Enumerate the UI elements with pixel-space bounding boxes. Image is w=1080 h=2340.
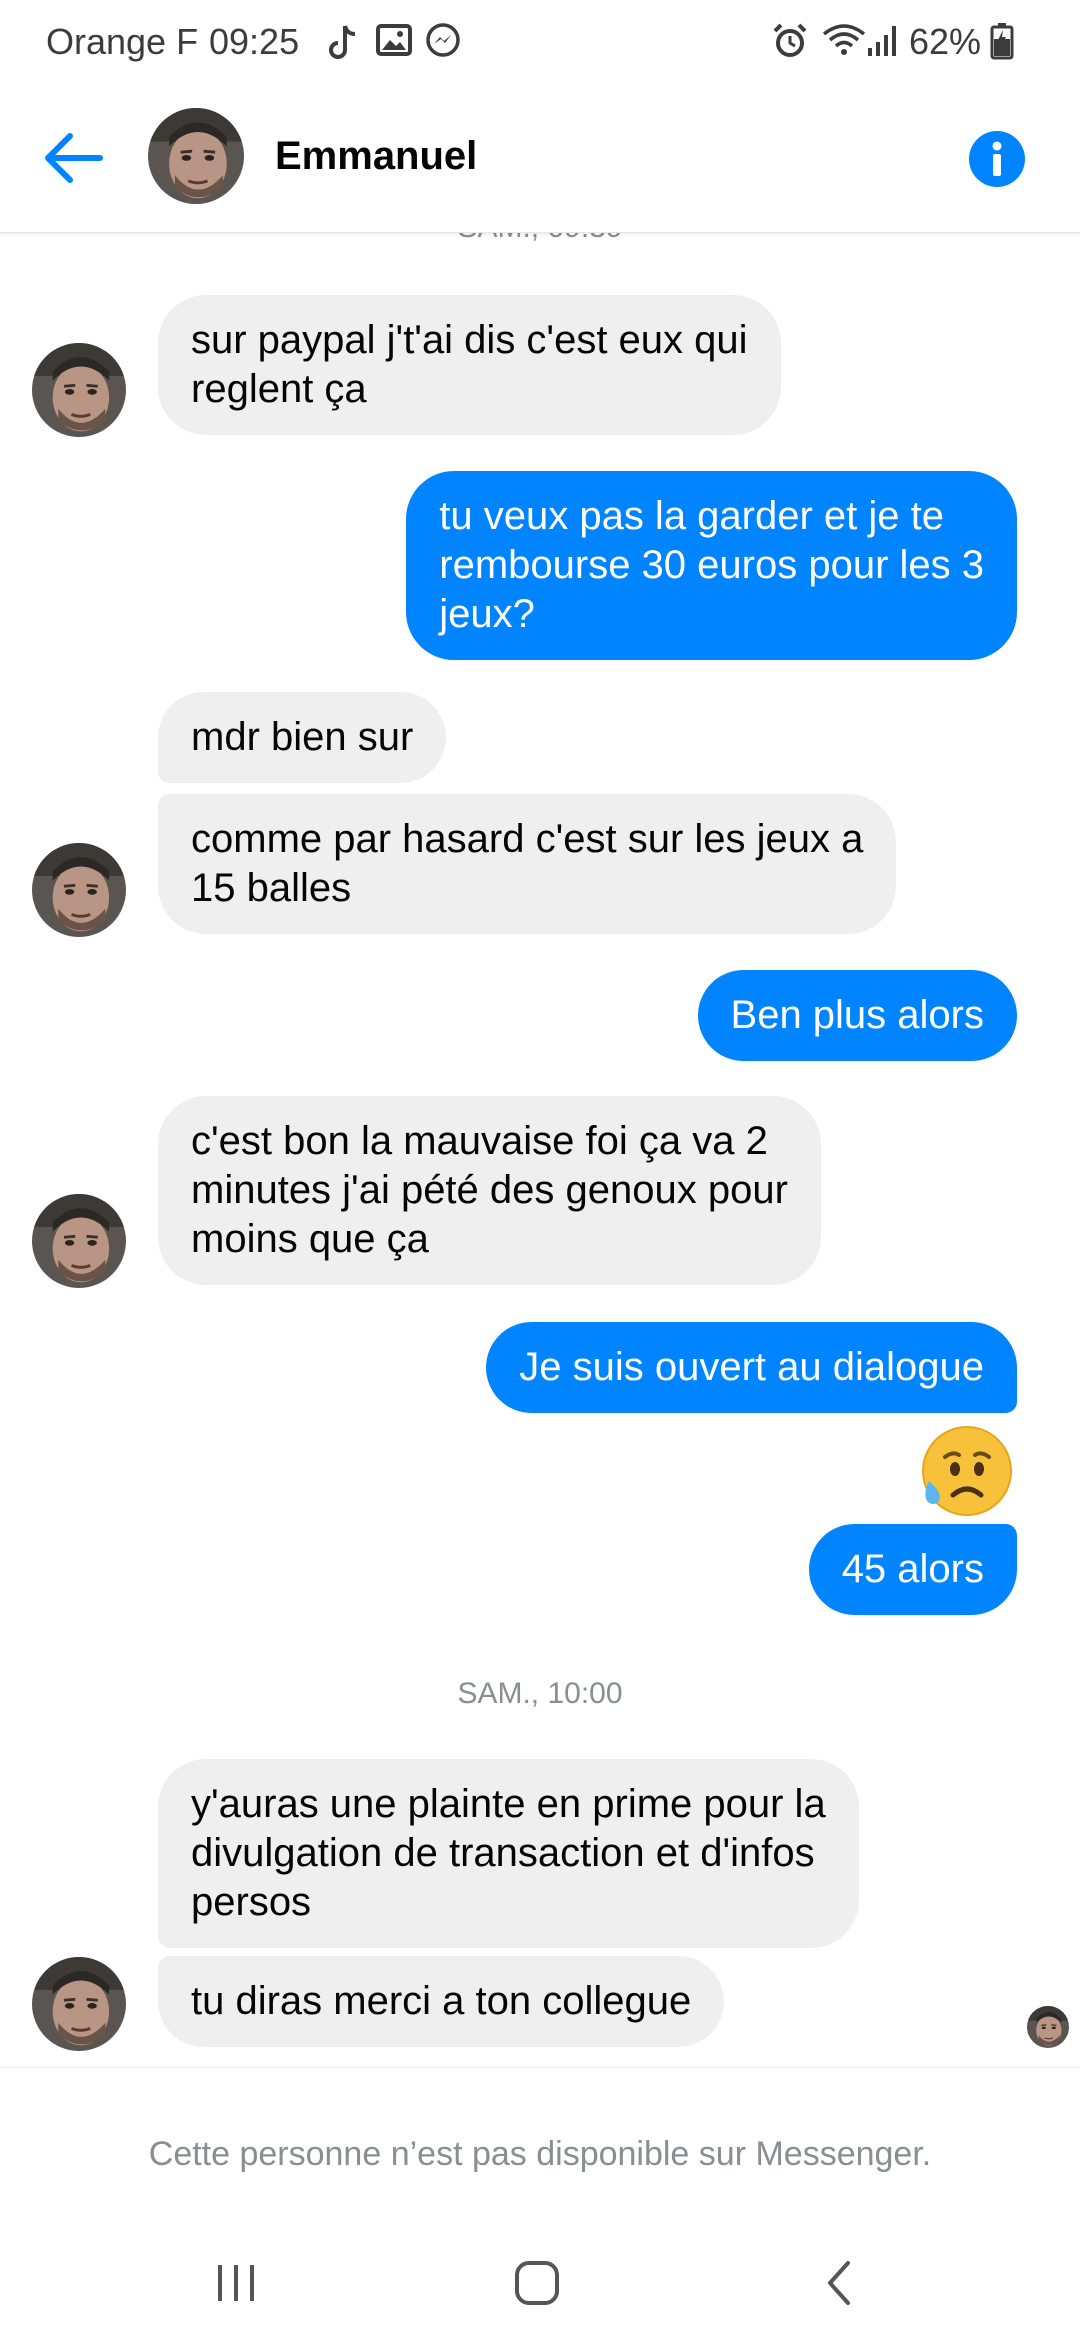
carrier-label: Orange F — [46, 21, 199, 62]
status-bar: Orange F 09:25 62% — [0, 0, 1080, 84]
battery-percent: 62% — [909, 21, 982, 62]
incoming-message-bubble[interactable]: mdr bien sur — [158, 692, 447, 783]
read-receipt-avatar — [1027, 2006, 1069, 2048]
message-line: c'est bon la mauvaise foi ça va 2 — [191, 1119, 768, 1163]
contact-avatar[interactable] — [32, 843, 126, 937]
incoming-message-bubble[interactable]: c'est bon la mauvaise foi ça va 2 minute… — [158, 1096, 821, 1285]
alarm-icon — [771, 22, 809, 65]
outgoing-message-bubble[interactable]: tu veux pas la garder et je te rembourse… — [406, 471, 1017, 660]
signal-icon — [866, 22, 902, 63]
message-line: Je suis ouvert au dialogue — [519, 1345, 984, 1389]
tiktok-icon — [327, 22, 359, 67]
nav-back-button[interactable] — [810, 2253, 870, 2313]
contact-avatar[interactable] — [32, 1194, 126, 1288]
message-line: persos — [191, 1880, 312, 1924]
message-line: 45 alors — [841, 1547, 984, 1591]
sad-relieved-face-emoji[interactable] — [915, 1421, 1015, 1521]
battery-icon — [990, 22, 1014, 65]
message-line: y'auras une plainte en prime pour la — [191, 1782, 826, 1826]
info-icon — [969, 131, 1025, 187]
contact-avatar[interactable] — [148, 108, 244, 204]
conversation-header: Emmanuel — [0, 84, 1080, 233]
incoming-message-bubble[interactable]: y'auras une plainte en prime pour la div… — [158, 1759, 859, 1948]
home-button[interactable] — [507, 2253, 567, 2313]
message-line: 15 balles — [191, 866, 352, 910]
recent-apps-button[interactable] — [206, 2253, 266, 2313]
wifi-icon — [822, 22, 866, 63]
contact-avatar[interactable] — [32, 343, 126, 437]
incoming-message-bubble[interactable]: tu diras merci a ton collegue — [158, 1956, 725, 2047]
outgoing-message-bubble[interactable]: 45 alors — [808, 1524, 1017, 1615]
message-line: sur paypal j't'ai dis c'est eux qui — [191, 318, 748, 362]
arrow-left-icon — [45, 133, 103, 183]
composer-disabled-area: Cette personne n’est pas disponible sur … — [0, 2067, 1080, 2218]
message-line: mdr bien sur — [191, 715, 414, 759]
clock: 09:25 — [209, 21, 300, 62]
gallery-icon — [376, 22, 412, 63]
recent-apps-icon — [218, 2265, 254, 2301]
message-line: jeux? — [439, 592, 535, 636]
message-line: minutes j'ai pété des genoux pour — [191, 1168, 788, 1212]
message-line: moins que ça — [191, 1217, 429, 1261]
system-nav-bar — [0, 2217, 1080, 2340]
contact-name[interactable]: Emmanuel — [275, 130, 477, 182]
message-line: tu veux pas la garder et je te — [439, 494, 944, 538]
timestamp-divider: SAM., 09:39 — [0, 232, 1080, 248]
message-line: comme par hasard c'est sur les jeux a — [191, 817, 864, 861]
message-list[interactable]: SAM., 09:39 sur paypal j't'ai dis c'est … — [0, 232, 1080, 2067]
back-icon — [828, 2261, 850, 2305]
contact-avatar[interactable] — [32, 1957, 126, 2051]
message-line: tu diras merci a ton collegue — [191, 1979, 692, 2023]
outgoing-message-bubble[interactable]: Ben plus alors — [697, 970, 1017, 1061]
messenger-icon — [424, 22, 462, 65]
message-line: reglent ça — [191, 367, 367, 411]
message-line: rembourse 30 euros pour les 3 — [439, 543, 984, 587]
message-line: Ben plus alors — [730, 993, 984, 1037]
home-icon — [515, 2261, 559, 2305]
back-button[interactable] — [38, 122, 110, 194]
info-button[interactable] — [968, 130, 1026, 188]
timestamp-divider: SAM., 10:00 — [457, 1677, 623, 1710]
outgoing-message-bubble[interactable]: Je suis ouvert au dialogue — [486, 1322, 1017, 1413]
message-line: divulgation de transaction et d'infos — [191, 1831, 815, 1875]
incoming-message-bubble[interactable]: comme par hasard c'est sur les jeux a 15… — [158, 794, 897, 934]
incoming-message-bubble[interactable]: sur paypal j't'ai dis c'est eux qui regl… — [158, 295, 781, 435]
unavailable-notice: Cette personne n’est pas disponible sur … — [148, 2135, 932, 2173]
